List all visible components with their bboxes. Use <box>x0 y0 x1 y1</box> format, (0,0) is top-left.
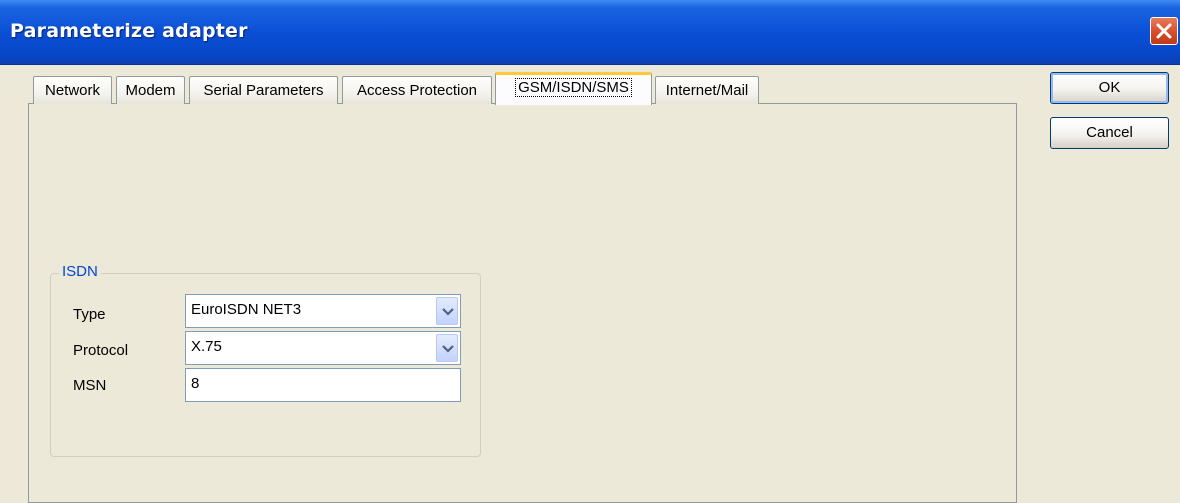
isdn-group-title: ISDN <box>59 263 101 280</box>
close-button[interactable] <box>1150 17 1178 45</box>
chevron-down-icon <box>442 308 454 316</box>
cancel-button[interactable]: Cancel <box>1050 117 1169 149</box>
tab-access-protection[interactable]: Access Protection <box>342 76 492 104</box>
protocol-dropdown-button[interactable] <box>436 334 458 362</box>
ok-button[interactable]: OK <box>1050 72 1169 104</box>
protocol-label: Protocol <box>73 342 129 359</box>
protocol-select-value: X.75 <box>191 338 222 355</box>
tab-serial-parameters[interactable]: Serial Parameters <box>189 76 338 104</box>
tab-label: Modem <box>125 82 176 99</box>
tab-label: Access Protection <box>356 82 478 99</box>
tab-modem[interactable]: Modem <box>116 76 185 104</box>
type-dropdown-button[interactable] <box>436 297 458 325</box>
tab-label: GSM/ISDN/SMS <box>515 78 632 97</box>
tab-label: Network <box>44 82 100 99</box>
msn-field-value: 8 <box>191 375 200 392</box>
protocol-select[interactable]: X.75 <box>185 331 461 365</box>
title-bar[interactable]: Parameterize adapter <box>0 0 1180 65</box>
close-icon <box>1156 23 1172 39</box>
chevron-down-icon <box>442 345 454 353</box>
msn-field[interactable]: 8 <box>185 368 461 402</box>
msn-label: MSN <box>73 377 107 394</box>
tab-internet-mail[interactable]: Internet/Mail <box>655 76 759 104</box>
window-title: Parameterize adapter <box>10 20 248 42</box>
type-label: Type <box>73 306 106 323</box>
type-select-value: EuroISDN NET3 <box>191 301 302 318</box>
tab-gsm-isdn-sms[interactable]: GSM/ISDN/SMS <box>495 72 652 105</box>
tab-label: Internet/Mail <box>665 82 749 99</box>
tab-network[interactable]: Network <box>33 76 112 104</box>
type-select[interactable]: EuroISDN NET3 <box>185 294 461 328</box>
tab-label: Serial Parameters <box>203 82 324 99</box>
